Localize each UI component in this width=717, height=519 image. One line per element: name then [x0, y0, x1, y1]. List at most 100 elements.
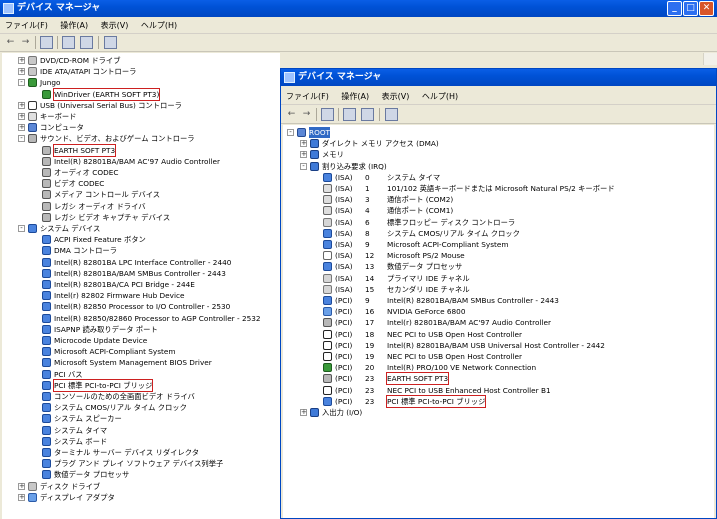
forward-arrow-icon[interactable]: →: [300, 108, 313, 121]
menu-action[interactable]: 操作(A): [55, 18, 93, 33]
collapse-icon[interactable]: -: [18, 225, 25, 232]
tree-item[interactable]: (ISA) 6 標準フロッピー ディスク コントローラ: [283, 217, 714, 228]
tree-item[interactable]: PCI 標準 PCI-to-PCI ブリッジ: [2, 378, 280, 392]
tree-item[interactable]: (PCI) 19 NEC PCI to USB Open Host Controll…: [283, 351, 714, 362]
tree-item[interactable]: Intel(R) 82850/82860 Processor to AGP Co…: [2, 313, 280, 324]
tree-item[interactable]: (ISA) 3 通信ポート (COM2): [283, 194, 714, 205]
back-arrow-icon[interactable]: ←: [4, 36, 17, 49]
expand-icon[interactable]: +: [18, 57, 25, 64]
menu-file[interactable]: ファイル(F): [0, 18, 53, 33]
tree-item[interactable]: Intel(R) 82801BA/BAM AC'97 Audio Control…: [2, 156, 280, 167]
tree-item[interactable]: (ISA) 13 数値データ プロセッサ: [283, 261, 714, 272]
tree-item[interactable]: (ISA) 4 通信ポート (COM1): [283, 205, 714, 216]
tree-item[interactable]: Intel(R) 82801BA/CA PCI Bridge - 244E: [2, 279, 280, 290]
tree-item[interactable]: (PCI) 23 EARTH SOFT PT3: [283, 372, 714, 386]
tree-item[interactable]: ターミナル サーバー デバイス リダイレクタ: [2, 447, 280, 458]
tree-item[interactable]: + USB (Universal Serial Bus) コントローラ: [2, 100, 280, 111]
tree-item[interactable]: (ISA) 0 システム タイマ: [283, 172, 714, 183]
properties-view-icon[interactable]: [321, 108, 334, 121]
menu-help[interactable]: ヘルプ(H): [417, 89, 463, 104]
tree-item[interactable]: (PCI) 23 NEC PCI to USB Enhanced Host Cont…: [283, 385, 714, 396]
close-button[interactable]: ✕: [699, 1, 714, 16]
expand-icon[interactable]: +: [18, 493, 25, 501]
help-icon[interactable]: [80, 36, 93, 49]
tree-item[interactable]: (ISA) 14 プライマリ IDE チャネル: [283, 273, 714, 284]
tree-item[interactable]: - ROOT: [283, 127, 714, 138]
menu-help[interactable]: ヘルプ(H): [136, 18, 182, 33]
maximize-button[interactable]: □: [683, 1, 698, 16]
tree-item[interactable]: - サウンド、ビデオ、およびゲーム コントローラ: [2, 133, 280, 144]
tree-item[interactable]: + ディスク ドライブ: [2, 481, 280, 492]
expand-icon[interactable]: +: [300, 409, 307, 416]
tree-item[interactable]: (PCI) 17 Intel(r) 82801BA/BAM AC'97 Audio …: [283, 317, 714, 328]
tree-item[interactable]: ビデオ CODEC: [2, 178, 280, 189]
tree-item[interactable]: (PCI) 23 PCI 標準 PCI-to-PCI ブリッジ: [283, 394, 714, 408]
back-scrollbar[interactable]: [703, 53, 717, 65]
tree-item[interactable]: + DVD/CD-ROM ドライブ: [2, 55, 280, 66]
tree-item[interactable]: (ISA) 12 Microsoft PS/2 Mouse: [283, 250, 714, 261]
tree-item[interactable]: プラグ アンド プレイ ソフトウェア デバイス列挙子: [2, 458, 280, 469]
tree-item[interactable]: (ISA) 9 Microsoft ACPI-Compliant System: [283, 239, 714, 250]
tree-item[interactable]: EARTH SOFT PT3: [2, 143, 280, 157]
tree-item[interactable]: Microcode Update Device: [2, 335, 280, 346]
menu-view[interactable]: 表示(V): [377, 89, 415, 104]
expand-icon[interactable]: +: [300, 151, 307, 159]
tree-item[interactable]: Intel(R) 82801BA LPC Interface Controlle…: [2, 257, 280, 268]
tree-item[interactable]: (PCI) 18 NEC PCI to USB Open Host Controll…: [283, 329, 714, 340]
expand-icon[interactable]: +: [18, 68, 25, 76]
print-icon[interactable]: [62, 36, 75, 49]
tree-item[interactable]: DMA コントローラ: [2, 245, 280, 256]
collapse-icon[interactable]: -: [18, 135, 25, 143]
front-title-bar[interactable]: デバイス マネージャ: [281, 69, 716, 86]
tree-item[interactable]: 数値データ プロセッサ: [2, 469, 280, 480]
expand-icon[interactable]: +: [18, 124, 25, 132]
collapse-icon[interactable]: -: [18, 79, 25, 87]
tree-item[interactable]: ACPI Fixed Feature ボタン: [2, 234, 280, 245]
print-icon[interactable]: [343, 108, 356, 121]
collapse-icon[interactable]: -: [300, 162, 307, 170]
collapse-icon[interactable]: -: [287, 129, 294, 136]
tree-item[interactable]: - 割り込み要求 (IRQ): [283, 161, 714, 172]
tree-item[interactable]: (PCI) 19 Intel(R) 82801BA/BAM USB Universa…: [283, 340, 714, 351]
tree-item[interactable]: (PCI) 16 NVIDIA GeForce 6800: [283, 306, 714, 317]
minimize-button[interactable]: _: [667, 1, 682, 16]
tree-item[interactable]: (PCI) 20 Intel(R) PRO/100 VE Network Conne…: [283, 362, 714, 373]
tree-item[interactable]: + メモリ: [283, 149, 714, 160]
tree-item[interactable]: オーディオ CODEC: [2, 167, 280, 178]
expand-icon[interactable]: +: [18, 482, 25, 490]
tree-item[interactable]: コンソールのための全画面ビデオ ドライバ: [2, 391, 280, 402]
tree-item[interactable]: システム タイマ: [2, 425, 280, 436]
tree-item[interactable]: + ダイレクト メモリ アクセス (DMA): [283, 138, 714, 149]
back-title-bar[interactable]: デバイス マネージャ _ □ ✕: [0, 0, 717, 17]
tree-item[interactable]: - Jungo: [2, 77, 280, 88]
tree-item[interactable]: Microsoft ACPI-Compliant System: [2, 346, 280, 357]
tree-item[interactable]: + 入出力 (I/O): [283, 407, 714, 418]
tree-item[interactable]: システム スピーカー: [2, 413, 280, 424]
tree-item[interactable]: + ディスプレイ アダプタ: [2, 492, 280, 503]
help-icon[interactable]: [361, 108, 374, 121]
expand-icon[interactable]: +: [300, 140, 307, 148]
expand-icon[interactable]: +: [18, 113, 25, 120]
tree-item[interactable]: + キーボード: [2, 111, 280, 122]
scan-hardware-icon[interactable]: [104, 36, 117, 49]
tree-item[interactable]: システム CMOS/リアル タイム クロック: [2, 402, 280, 413]
tree-item[interactable]: (ISA) 8 システム CMOS/リアル タイム クロック: [283, 228, 714, 239]
tree-item[interactable]: (PCI) 9 Intel(R) 82801BA/BAM SMBus Control…: [283, 295, 714, 306]
menu-file[interactable]: ファイル(F): [281, 89, 334, 104]
tree-item[interactable]: + コンピュータ: [2, 122, 280, 133]
back-arrow-icon[interactable]: ←: [285, 108, 298, 121]
menu-view[interactable]: 表示(V): [96, 18, 134, 33]
tree-item[interactable]: Intel(r) 82802 Firmware Hub Device: [2, 290, 280, 301]
tree-item[interactable]: ISAPNP 読み取りデータ ポート: [2, 324, 280, 335]
tree-item[interactable]: メディア コントロール デバイス: [2, 189, 280, 200]
tree-item[interactable]: Intel(R) 82850 Processor to I/O Controll…: [2, 301, 280, 312]
tree-item[interactable]: + IDE ATA/ATAPI コントローラ: [2, 66, 280, 77]
tree-item[interactable]: システム ボード: [2, 436, 280, 447]
tree-item[interactable]: Intel(R) 82801BA/BAM SMBus Controller - …: [2, 268, 280, 279]
tree-item[interactable]: レガシ オーディオ ドライバ: [2, 201, 280, 212]
expand-icon[interactable]: +: [18, 101, 25, 109]
menu-action[interactable]: 操作(A): [336, 89, 374, 104]
tree-item[interactable]: (ISA) 1 101/102 英語キーボードまたは Microsoft Natur…: [283, 183, 714, 194]
tree-item[interactable]: PCI バス: [2, 369, 280, 380]
tree-item[interactable]: Microsoft System Management BIOS Driver: [2, 357, 280, 368]
